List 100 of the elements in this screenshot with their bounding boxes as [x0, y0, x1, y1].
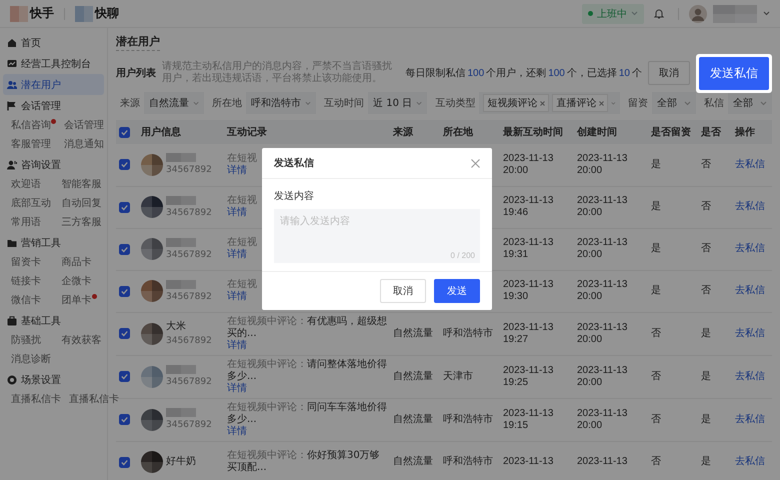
sidebar-subitem[interactable]: 欢迎语	[3, 175, 54, 194]
sidebar-subitem[interactable]: 底部互动	[3, 194, 54, 213]
detail-link[interactable]: 详情	[227, 249, 247, 260]
sidebar-subitem[interactable]: 消息诊断	[3, 350, 54, 369]
checkbox[interactable]	[119, 159, 130, 170]
pixelated-name	[166, 365, 196, 374]
sidebar-subitem[interactable]: 私信咨询	[3, 116, 56, 135]
checkbox[interactable]	[119, 244, 130, 254]
filter-tag[interactable]: 短视频评论	[483, 94, 550, 112]
detail-link[interactable]: 详情	[227, 340, 247, 350]
message-link[interactable]: 去私信	[735, 243, 765, 254]
column-header: 互动记录	[227, 127, 267, 138]
filter-label: 所在地	[212, 96, 242, 110]
status-dropdown[interactable]: 上班中	[582, 4, 644, 24]
sidebar-item[interactable]: 咨询设置	[3, 154, 104, 175]
cancel-button[interactable]: 取消	[648, 61, 690, 85]
sidebar-subitem[interactable]: 常用语	[3, 213, 54, 232]
table-cell: 是	[651, 243, 661, 254]
sidebar-subitem[interactable]: 企微卡	[54, 272, 104, 291]
remove-icon[interactable]	[540, 100, 546, 106]
filter-select[interactable]: 呼和浩特市	[246, 92, 316, 114]
tag-select[interactable]: 短视频评论 直播评论	[479, 92, 620, 114]
phone-number: 34567892	[166, 164, 212, 176]
message-link[interactable]: 去私信	[735, 285, 765, 296]
detail-link[interactable]: 详情	[227, 207, 247, 218]
target-icon	[7, 374, 17, 384]
table-cell: 否	[701, 158, 711, 170]
message-link[interactable]: 去私信	[735, 158, 765, 170]
cancel-button[interactable]: 取消	[380, 279, 426, 303]
message-link[interactable]: 去私信	[735, 201, 765, 212]
sidebar-subitem[interactable]: 直播私信卡	[61, 390, 119, 409]
message-link[interactable]: 去私信	[735, 370, 765, 382]
remove-icon[interactable]	[599, 100, 604, 106]
close-icon[interactable]	[471, 158, 480, 168]
column-header: 所在地	[443, 127, 473, 138]
filter-label: 互动时间	[324, 96, 364, 110]
message-link[interactable]: 去私信	[735, 328, 765, 338]
interaction-text: 在短视频中评论：同问车车落地价得多少...	[227, 402, 387, 424]
sidebar-subitem[interactable]: 直播私信卡	[3, 390, 61, 409]
filter-select[interactable]: 全部	[652, 92, 696, 114]
message-link[interactable]: 去私信	[735, 414, 765, 424]
sidebar-subitem[interactable]: 消息通知	[56, 135, 104, 154]
sidebar-subitem[interactable]: 有效获客	[54, 331, 104, 350]
sidebar-item[interactable]: 会话管理	[3, 95, 104, 116]
sidebar-item[interactable]: 营销工具	[3, 232, 104, 253]
table-cell: 2023-11-13 19:25	[503, 364, 554, 388]
checkbox[interactable]	[119, 456, 130, 468]
detail-link[interactable]: 详情	[227, 164, 247, 176]
caret-icon	[611, 100, 616, 106]
sidebar-item[interactable]: 潜在用户	[3, 74, 104, 95]
section-title: 用户列表	[116, 66, 156, 80]
filter-select[interactable]: 全部	[728, 92, 772, 114]
filter-label: 来源	[120, 96, 140, 110]
sidebar-subitem[interactable]: 防骚扰	[3, 331, 54, 350]
page-title: 潜在用户	[116, 34, 160, 50]
sidebar-item[interactable]: 首页	[3, 32, 104, 53]
detail-link[interactable]: 详情	[227, 426, 247, 436]
pixelated-name	[166, 238, 196, 246]
phone-number: 34567892	[166, 248, 212, 260]
filter-select[interactable]: 自然流量	[144, 92, 204, 114]
sidebar-subitem[interactable]: 客服管理	[3, 135, 56, 154]
sidebar-subitem[interactable]: 微信卡	[3, 291, 54, 310]
sidebar-item[interactable]: 场景设置	[3, 369, 104, 390]
message-link[interactable]: 去私信	[735, 456, 765, 467]
checkbox[interactable]	[119, 328, 130, 339]
table-cell: 是	[651, 201, 661, 212]
caret-icon	[684, 100, 691, 106]
sidebar-subitem[interactable]: 链接卡	[3, 272, 54, 291]
detail-link[interactable]: 详情	[227, 291, 247, 302]
sidebar-item[interactable]: 经营工具控制台	[3, 53, 104, 74]
sidebar-subitem[interactable]: 智能客服	[54, 175, 104, 194]
filter-tag[interactable]: 直播评论	[552, 94, 608, 112]
table-cell: 否	[701, 243, 711, 254]
checkbox[interactable]	[119, 414, 130, 425]
table-cell: 2023-11-13 19:15	[503, 408, 554, 430]
checkbox[interactable]	[119, 286, 130, 296]
checkbox[interactable]	[119, 126, 130, 138]
table-cell: 2023-11-13 20:00	[577, 237, 628, 260]
avatar-icon[interactable]	[689, 4, 707, 22]
column-header: 是否留资	[651, 127, 691, 138]
sidebar-item[interactable]: 基础工具	[3, 310, 104, 331]
send-button[interactable]: 发送	[434, 279, 480, 303]
bell-icon[interactable]	[654, 8, 664, 19]
sidebar-subitem[interactable]: 会话管理	[56, 116, 104, 135]
table-cell: 否	[701, 201, 711, 212]
detail-link[interactable]: 详情	[227, 382, 247, 394]
table-cell: 否	[701, 285, 711, 296]
sidebar-subitem[interactable]: 商品卡	[54, 253, 104, 272]
field-label: 发送内容	[274, 190, 315, 203]
table-cell: 否	[651, 370, 661, 382]
checkbox[interactable]	[119, 202, 130, 212]
sidebar-subitem[interactable]: 三方客服	[54, 213, 104, 232]
send-button[interactable]: 发送私信	[699, 56, 769, 90]
sidebar-subitem[interactable]: 团单卡	[54, 291, 104, 310]
caret-icon[interactable]	[763, 11, 770, 16]
sidebar-subitem[interactable]: 留资卡	[3, 253, 54, 272]
filter-select[interactable]: 近 10 日	[368, 92, 428, 114]
checkbox[interactable]	[119, 371, 130, 382]
chart-icon	[7, 58, 17, 68]
sidebar-subitem[interactable]: 自动回复	[54, 194, 104, 213]
